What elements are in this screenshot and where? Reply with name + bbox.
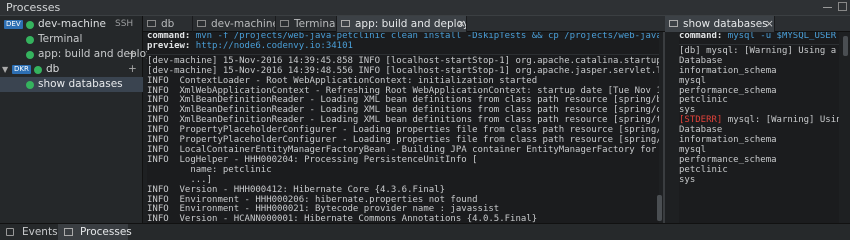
log-line: name: petclinic — [147, 164, 272, 175]
split-divider[interactable] — [663, 32, 665, 223]
side-terminal-output[interactable]: command: mysql -u $MYSQL_USER - [db] mys… — [679, 32, 839, 223]
log-line: INFO Version - HCANN000001: Hibernate Co… — [147, 214, 538, 223]
process-item-terminal[interactable]: Terminal — [0, 32, 143, 47]
running-indicator-icon — [26, 81, 34, 89]
machine-name: db — [46, 63, 60, 75]
output-line: petclinic — [679, 164, 839, 176]
command-label: command: — [147, 32, 191, 41]
tab-dev-machine[interactable]: dev-machine — [193, 16, 276, 32]
stderr-prefix: [STDERR] — [679, 115, 723, 126]
tab-label: db — [161, 18, 175, 30]
terminal-icon — [341, 20, 350, 27]
command-label: command: — [679, 32, 723, 41]
maximize-icon[interactable] — [838, 2, 847, 11]
output-text: information_schema — [679, 135, 777, 146]
terminal-icon — [147, 20, 156, 27]
add-process-icon[interactable]: + — [128, 47, 137, 62]
terminal-icon — [197, 20, 206, 27]
tab-label: show databases — [683, 18, 768, 30]
running-indicator-icon — [26, 51, 34, 59]
running-indicator-icon — [34, 66, 42, 74]
process-tree: ▼ dev-machine SSH DEV Terminal app: buil… — [0, 16, 152, 223]
minimize-icon[interactable] — [823, 2, 832, 8]
output-text: petclinic — [679, 164, 728, 175]
output-text: mysql — [679, 144, 707, 155]
output-text: performance_schema — [679, 85, 777, 96]
command-text: mysql -u $MYSQL_USER - — [722, 32, 839, 41]
output-text: performance_schema — [679, 154, 777, 165]
tab-terminal[interactable]: Terminal — [276, 16, 337, 32]
running-indicator-icon — [26, 21, 34, 29]
process-name: show databases — [38, 78, 123, 90]
output-text: information_schema — [679, 65, 777, 76]
output-text: petclinic — [679, 95, 728, 106]
tab-show-databases[interactable]: show databases × — [665, 16, 775, 32]
tab-label: Processes — [80, 226, 132, 238]
output-text: mysql — [679, 75, 707, 86]
main-terminal-output[interactable]: command: mvn -f /projects/web-java-petcl… — [147, 32, 659, 223]
preview-url[interactable]: http://node6.codenvy.io:34101 — [190, 41, 353, 51]
output-text: sys — [679, 174, 696, 185]
tab-label: Events — [22, 226, 58, 238]
terminal-icon — [64, 228, 73, 236]
command-text: mvn -f /projects/web-java-petclinic clea… — [195, 32, 659, 41]
process-item-show-databases[interactable]: show databases — [0, 77, 143, 92]
tab-build-deploy[interactable]: app: build and deploy × — [337, 16, 467, 32]
process-name: Terminal — [38, 33, 83, 45]
side-tab-bar: show databases × — [665, 16, 850, 32]
add-process-icon[interactable]: + — [128, 62, 137, 77]
log-line: INFO Version - HHH000412: Hibernate Core… — [147, 184, 446, 195]
dev-badge: DEV — [4, 20, 23, 29]
machine-row-db[interactable]: ▼ DKR db + — [0, 62, 143, 77]
terminal-icon — [669, 20, 678, 27]
tab-db[interactable]: db — [143, 16, 193, 32]
panel-titlebar: Processes — [0, 0, 850, 16]
dkr-badge: DKR — [12, 65, 31, 74]
terminal-icon — [280, 20, 289, 27]
output-line: sys — [679, 174, 839, 186]
panel-title: Processes — [6, 1, 61, 14]
machine-name: dev-machine — [38, 18, 106, 30]
output-text: sys — [679, 105, 696, 116]
output-text: Database — [679, 125, 723, 136]
running-indicator-icon — [26, 36, 34, 44]
process-item-build-deploy[interactable]: app: build and deploy + — [0, 47, 152, 62]
ssh-label: SSH — [115, 19, 134, 29]
preview-label: preview: — [147, 40, 191, 51]
tab-events[interactable]: Events — [0, 224, 58, 240]
command-line: command: mysql -u $MYSQL_USER - — [679, 32, 839, 42]
bottom-panel-tabs: Events Processes — [0, 223, 850, 240]
tab-processes[interactable]: Processes — [58, 224, 132, 240]
close-icon[interactable]: × — [457, 16, 466, 32]
chevron-down-icon[interactable]: ▼ — [2, 62, 8, 77]
output-text: [db] mysql: [Warning] Using a pas — [679, 45, 837, 56]
preview-line: preview: http://node6.codenvy.io:34101 — [147, 40, 659, 52]
tab-bar: db dev-machine Terminal app: build and d… — [143, 16, 665, 32]
close-icon[interactable]: × — [765, 16, 774, 32]
output-text: Database — [679, 55, 723, 66]
side-scrollbar[interactable] — [843, 36, 848, 56]
output-text: mysql: [Warning] Using a — [727, 115, 839, 126]
machine-row-dev[interactable]: ▼ dev-machine SSH DEV — [0, 17, 143, 32]
output-line: petclinic — [679, 95, 839, 106]
events-icon — [6, 228, 14, 236]
main-scrollbar[interactable] — [657, 195, 662, 221]
tab-label: dev-machine — [211, 18, 276, 30]
tab-label: app: build and deploy — [355, 18, 467, 30]
tab-label: Terminal — [294, 18, 337, 30]
